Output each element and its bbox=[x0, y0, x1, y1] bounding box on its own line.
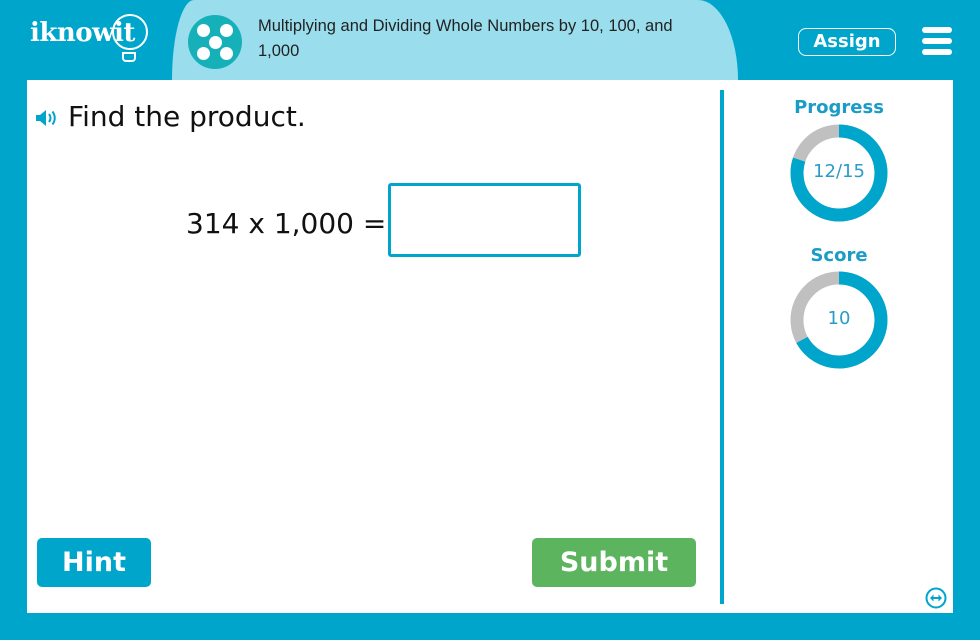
lightbulb-base-icon bbox=[122, 52, 136, 62]
equation: 314 x 1,000 = bbox=[186, 207, 387, 240]
answer-input[interactable] bbox=[388, 183, 581, 257]
progress-label: Progress bbox=[794, 97, 884, 118]
score-label: Score bbox=[810, 245, 868, 266]
hamburger-menu-icon[interactable] bbox=[922, 27, 952, 55]
question-prompt: Find the product. bbox=[68, 100, 306, 133]
submit-button[interactable]: Submit bbox=[532, 538, 696, 587]
dice-five-icon bbox=[188, 15, 242, 69]
progress-value: 12/15 bbox=[813, 161, 865, 182]
panel-divider bbox=[720, 90, 724, 604]
score-value: 10 bbox=[827, 308, 851, 329]
expand-arrows-icon[interactable] bbox=[925, 587, 947, 609]
hint-button[interactable]: Hint bbox=[37, 538, 151, 587]
assign-button[interactable]: Assign bbox=[798, 28, 896, 56]
app-logo[interactable]: iknowit bbox=[30, 14, 148, 62]
lesson-title: Multiplying and Dividing Whole Numbers b… bbox=[258, 17, 673, 60]
lightbulb-icon bbox=[112, 14, 148, 50]
speaker-icon[interactable] bbox=[35, 108, 61, 128]
